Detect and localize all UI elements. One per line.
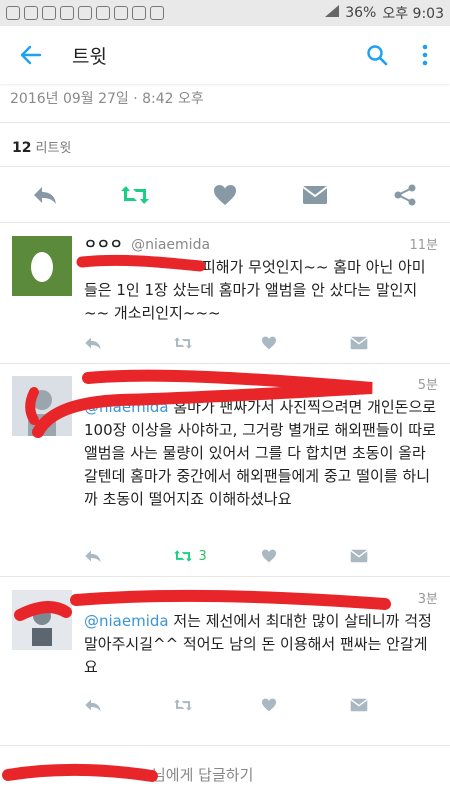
avatar[interactable] (12, 376, 72, 436)
more-options-icon[interactable] (410, 40, 440, 70)
notification-icon (132, 6, 146, 20)
back-arrow-icon[interactable] (16, 40, 46, 70)
tweet-actions (0, 172, 450, 218)
divider (0, 576, 450, 577)
clock: 오후 9:03 (382, 6, 444, 22)
like-icon[interactable] (205, 175, 245, 215)
retweet-count[interactable]: 12 리트윗 (12, 137, 71, 156)
like-icon[interactable] (261, 336, 350, 350)
retweet-icon[interactable] (173, 336, 262, 350)
retweet-icon[interactable]: 3 (173, 549, 262, 564)
reply-icon[interactable] (84, 698, 173, 712)
divider (0, 166, 450, 167)
notification-icon (78, 6, 92, 20)
direct-message-icon[interactable] (349, 549, 439, 563)
reply-icon[interactable] (25, 175, 65, 215)
like-icon[interactable] (261, 698, 350, 712)
battery-level: 36% (345, 5, 377, 21)
reply-text: @niaemida 저는 제선에서 최대한 많이 살테니까 걱정 말아주시길^^… (84, 612, 432, 676)
page-title: 트윗 (72, 45, 107, 68)
status-bar: 36% 오후 9:03 (0, 0, 450, 26)
avatar[interactable] (12, 590, 72, 650)
notification-icon (42, 6, 56, 20)
direct-message-icon[interactable] (349, 698, 439, 712)
user-handle[interactable]: @niaemida (131, 237, 210, 253)
notification-icon (24, 6, 38, 20)
tweet-timestamp: 2016년 09월 27일 · 8:42 오후 (10, 91, 204, 107)
notification-icon (150, 6, 164, 20)
retweet-label: 리트윗 (35, 141, 72, 156)
retweet-icon[interactable] (115, 175, 155, 215)
user-name[interactable]: ㅇㅇㅇ (84, 237, 123, 253)
notification-icon (114, 6, 128, 20)
divider (0, 745, 450, 746)
share-icon[interactable] (385, 175, 425, 215)
notification-icon (6, 6, 20, 20)
app-bar: 트윗 (0, 26, 450, 84)
reply-item[interactable]: 5분 @niaemida 홈마가 팬싸가서 사진찍으려면 개인돈으로 100장 … (0, 364, 450, 574)
mention-link[interactable]: @niaemida (84, 398, 169, 416)
mention-link[interactable]: @niaemida (84, 612, 169, 630)
reply-actions: 3 (84, 545, 438, 567)
notification-icon (60, 6, 74, 20)
reply-text: @niaemida 홈마가 팬싸가서 사진찍으려면 개인돈으로 100장 이상을… (84, 398, 437, 508)
retweet-count: 3 (198, 548, 207, 564)
reply-actions (84, 694, 438, 716)
retweet-number: 12 (12, 140, 32, 156)
retweet-icon[interactable] (173, 698, 262, 712)
like-icon[interactable] (261, 549, 350, 563)
reply-compose-field[interactable]: 님에게 답글하기 (12, 764, 253, 785)
signal-icon (325, 5, 340, 21)
divider (0, 222, 450, 223)
reply-icon[interactable] (84, 549, 173, 563)
avatar[interactable] (12, 236, 72, 296)
reply-text: 피해가 무엇인지~~ 홈마 아닌 아미들은 1인 1장 샀는데 홈마가 앨범을 … (84, 258, 426, 322)
direct-message-icon[interactable] (349, 336, 439, 350)
reply-time: 5분 (417, 378, 438, 393)
notification-icon (96, 6, 110, 20)
reply-icon[interactable] (84, 336, 173, 350)
reply-actions (84, 332, 438, 354)
notification-icons (6, 6, 164, 20)
reply-time: 11분 (409, 238, 438, 253)
search-icon[interactable] (362, 40, 392, 70)
reply-time: 3분 (417, 592, 438, 607)
divider (0, 122, 450, 123)
direct-message-icon[interactable] (295, 175, 335, 215)
